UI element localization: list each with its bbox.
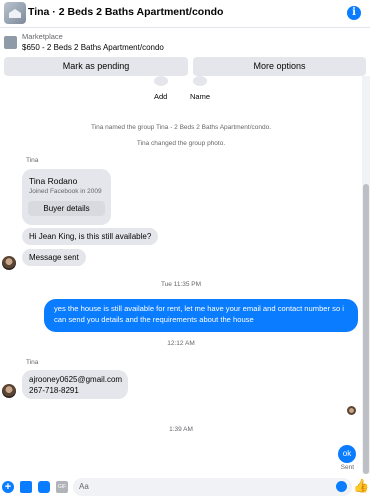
emoji-icon[interactable] <box>336 481 347 492</box>
name-label[interactable]: Name <box>190 92 210 101</box>
sticker-icon[interactable] <box>38 481 50 493</box>
message-thread[interactable]: Add Name Tina named the group Tina - 2 B… <box>0 76 362 474</box>
system-message-named-group: Tina named the group Tina - 2 Beds 2 Bat… <box>90 124 272 131</box>
listing-thumbnail[interactable] <box>4 36 17 49</box>
group-avatar[interactable] <box>4 2 26 24</box>
timestamp: 12:12 AM <box>167 340 195 347</box>
outgoing-message-ok[interactable]: ok <box>338 445 356 463</box>
sender-name: Tina <box>26 157 39 164</box>
thumbs-up-icon[interactable]: 👍 <box>353 479 369 493</box>
conversation-header: Tina · 2 Beds 2 Baths Apartment/condo i <box>0 0 370 28</box>
timestamp: 1:39 AM <box>169 426 193 433</box>
buyer-details-button[interactable]: Buyer details <box>28 201 105 216</box>
message-bubble-sent[interactable]: Message sent <box>22 249 86 266</box>
gif-icon[interactable]: GIF <box>56 481 68 493</box>
message-bubble-contact[interactable]: ajrooney0625@gmail.com 267-718-8291 <box>22 370 128 399</box>
mark-as-pending-button[interactable]: Mark as pending <box>4 57 188 76</box>
seen-receipt-avatar <box>347 406 356 415</box>
sent-status: Sent <box>340 464 354 471</box>
more-options-button[interactable]: More options <box>193 57 366 76</box>
contact-email: ajrooney0625@gmail.com <box>29 375 123 384</box>
sender-name: Tina <box>26 359 39 366</box>
timestamp: Tue 11:35 PM <box>160 281 202 288</box>
info-icon[interactable]: i <box>347 6 361 20</box>
conversation-title[interactable]: Tina · 2 Beds 2 Baths Apartment/condo <box>28 6 223 18</box>
edit-name-icon[interactable] <box>193 76 207 86</box>
message-input-placeholder: Aa <box>79 482 89 491</box>
sender-avatar[interactable] <box>2 384 16 398</box>
photo-icon[interactable] <box>20 481 32 493</box>
add-people-icon[interactable] <box>154 76 168 86</box>
message-input[interactable]: Aa <box>73 478 352 496</box>
buyer-joined-info: Joined Facebook in 2009 <box>29 188 102 195</box>
add-label[interactable]: Add <box>154 92 167 101</box>
buyer-name: Tina Rodano <box>29 176 78 186</box>
listing-title[interactable]: $650 - 2 Beds 2 Baths Apartment/condo <box>22 43 164 52</box>
thread-scrollbar[interactable] <box>362 76 370 474</box>
message-bubble-hi[interactable]: Hi Jean King, is this still available? <box>22 228 159 245</box>
sender-avatar[interactable] <box>2 256 16 270</box>
message-composer: + GIF Aa 👍 <box>0 474 370 500</box>
system-message-changed-photo: Tina changed the group photo. <box>136 140 226 147</box>
marketplace-label: Marketplace <box>22 32 63 41</box>
plus-icon[interactable]: + <box>2 481 14 493</box>
outgoing-message-bubble[interactable]: yes the house is still available for ren… <box>44 299 358 332</box>
contact-phone: 267-718-8291 <box>29 386 79 395</box>
scrollbar-thumb[interactable] <box>363 184 369 474</box>
buyer-card: Tina Rodano Joined Facebook in 2009 Buye… <box>22 169 111 225</box>
